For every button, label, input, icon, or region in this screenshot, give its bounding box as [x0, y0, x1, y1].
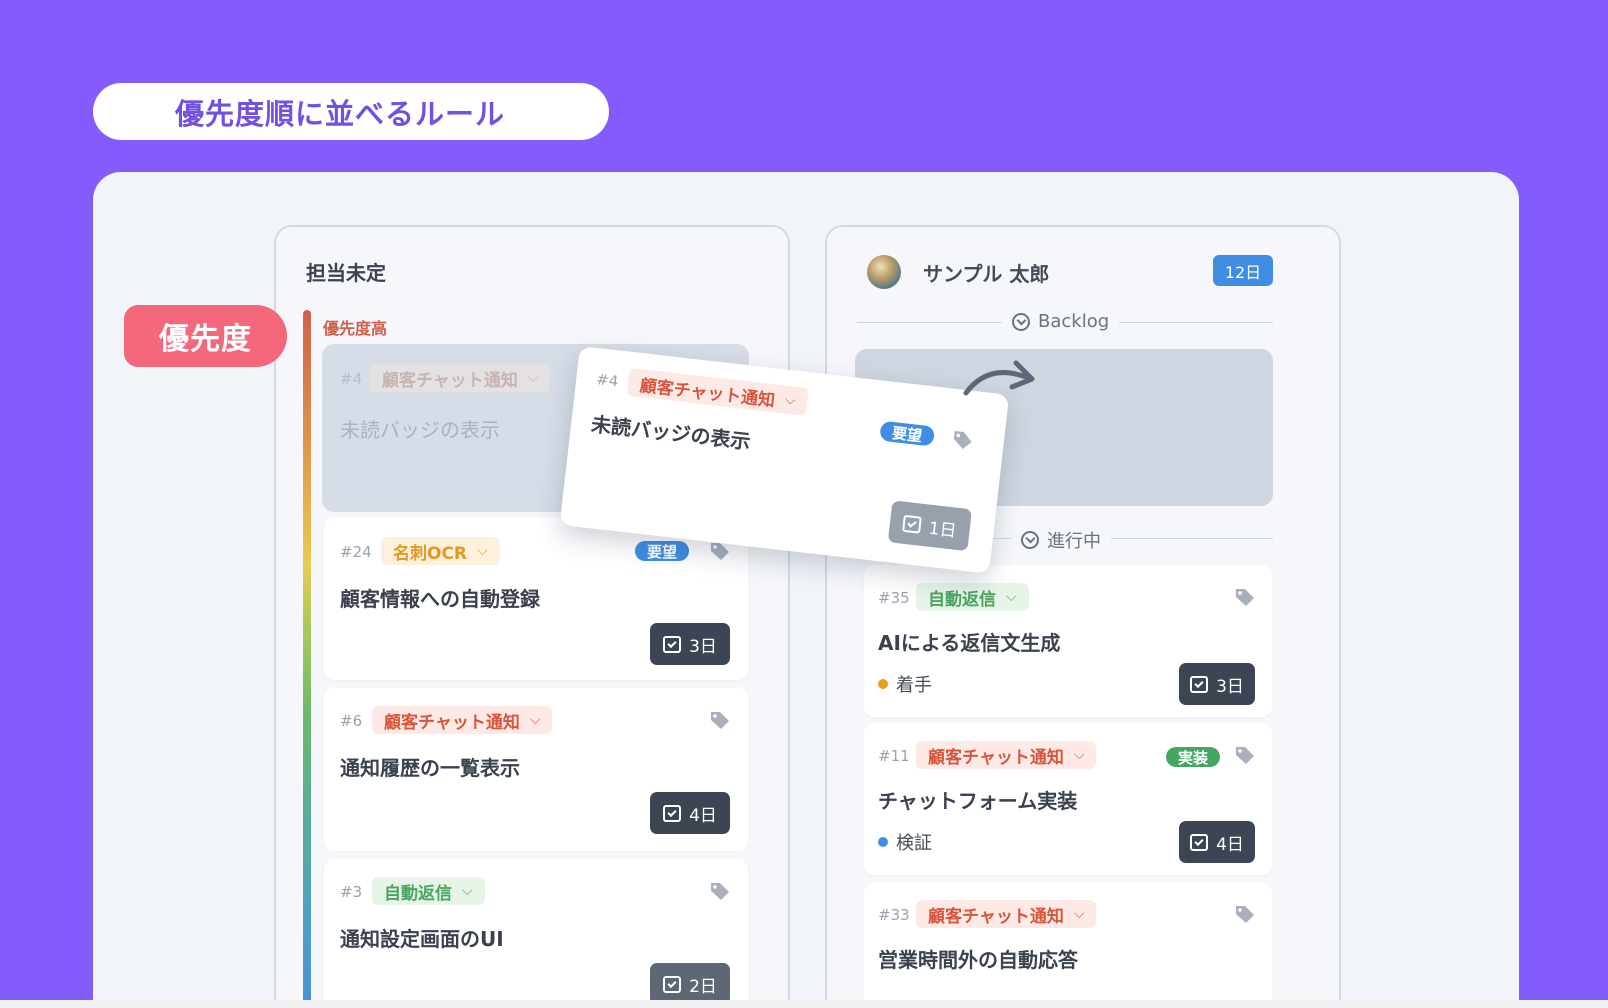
card-title: 通知履歴の一覧表示 — [340, 756, 520, 780]
category-tag-label: 自動返信 — [928, 589, 996, 610]
category-tag-label: 自動返信 — [384, 883, 452, 904]
chevron-down-icon: ⌵ — [1073, 747, 1085, 763]
due-days-label: 1日 — [927, 518, 958, 542]
calendar-check-icon — [1190, 833, 1209, 851]
status-dot — [878, 837, 888, 847]
category-tag[interactable]: 自動返信 ⌵ — [372, 877, 485, 905]
chevron-down-icon: ⌵ — [1073, 906, 1085, 922]
chevron-down-icon: ⌵ — [1006, 589, 1017, 605]
due-days-label: 2日 — [689, 976, 717, 997]
rule-title-pill: 優先度順に並べるルール — [93, 83, 609, 140]
status-dot — [878, 679, 888, 689]
priority-badge: 優先度 — [124, 305, 287, 367]
due-days-button[interactable]: 2日 — [650, 963, 730, 1005]
category-tag: 顧客チャット通知 ⌵ — [370, 364, 551, 392]
category-tag[interactable]: 名刺OCR ⌵ — [381, 537, 500, 565]
category-tag[interactable]: 顧客チャット通知 ⌵ — [372, 706, 553, 734]
label-pill[interactable]: 実装 — [1166, 747, 1221, 767]
card-title: 未読バッジの表示 — [340, 418, 500, 442]
card-number: #4 — [340, 370, 363, 388]
task-card[interactable]: #24 名刺OCR ⌵ 要望 顧客情報への自動登録 3日 — [324, 517, 748, 680]
card-title: AIによる返信文生成 — [878, 631, 1061, 655]
calendar-check-icon — [663, 635, 682, 653]
tag-icon[interactable] — [709, 710, 731, 730]
bottom-strip — [0, 1000, 1608, 1008]
chevron-down-icon: ⌵ — [529, 712, 541, 728]
status-label: 着手 — [896, 675, 932, 696]
due-days-label: 3日 — [689, 636, 717, 657]
task-card[interactable]: #33 顧客チャット通知 ⌵ 営業時間外の自動応答 — [864, 882, 1272, 1008]
chevron-down-icon: ⌵ — [784, 391, 797, 409]
tag-icon[interactable] — [951, 429, 975, 451]
due-days-button[interactable]: 3日 — [1179, 663, 1255, 705]
chevron-down-icon: ⌵ — [462, 883, 473, 899]
arrow-circle-down-icon — [1021, 531, 1039, 549]
category-tag-label: 顧客チャット通知 — [928, 906, 1064, 927]
label-pill[interactable]: 要望 — [879, 420, 936, 447]
section-backlog[interactable]: Backlog — [1002, 311, 1120, 332]
due-days-label: 4日 — [1216, 834, 1244, 855]
card-number: #33 — [878, 906, 910, 924]
due-days-button[interactable]: 1日 — [887, 500, 973, 552]
chevron-down-icon: ⌵ — [477, 543, 488, 559]
curved-arrow-icon — [963, 360, 1035, 396]
total-days-badge: 12日 — [1213, 255, 1273, 286]
card-title: チャットフォーム実装 — [878, 789, 1078, 813]
category-tag[interactable]: 自動返信 ⌵ — [916, 583, 1029, 611]
card-number: #35 — [878, 589, 910, 607]
calendar-check-icon — [1190, 675, 1209, 693]
calendar-check-icon — [663, 975, 682, 993]
status-indicator: 着手 — [878, 671, 932, 697]
section-in-progress-label: 進行中 — [1047, 531, 1101, 552]
task-card[interactable]: #3 自動返信 ⌵ 通知設定画面のUI 2日 — [324, 859, 748, 1008]
category-tag[interactable]: 顧客チャット通知 ⌵ — [916, 741, 1097, 769]
category-tag-label: 顧客チャット通知 — [382, 370, 518, 391]
chevron-down-icon: ⌵ — [527, 370, 539, 386]
stage: 優先度順に並べるルール 担当未定 サンプル 太郎 12日 Backlog 進行中 — [0, 0, 1608, 1008]
section-backlog-label: Backlog — [1038, 311, 1110, 332]
card-title: 営業時間外の自動応答 — [878, 948, 1078, 972]
card-number: #24 — [340, 543, 372, 561]
priority-high-label: 優先度高 — [323, 319, 388, 338]
status-indicator: 検証 — [878, 829, 932, 855]
status-label: 検証 — [896, 833, 932, 854]
column-title: 担当未定 — [306, 261, 386, 285]
due-days-button[interactable]: 3日 — [650, 623, 730, 665]
column-user: サンプル 太郎 12日 Backlog 進行中 #35 自動返信 ⌵ AIによる… — [825, 225, 1341, 1008]
card-title: 通知設定画面のUI — [340, 927, 504, 951]
priority-gradient-bar — [303, 310, 311, 1008]
tag-icon[interactable] — [709, 881, 731, 901]
tag-icon[interactable] — [1234, 745, 1256, 765]
calendar-check-icon — [902, 514, 922, 534]
card-number: #3 — [340, 883, 363, 901]
category-tag[interactable]: 顧客チャット通知 ⌵ — [916, 900, 1097, 928]
due-days-label: 4日 — [689, 805, 717, 826]
column-user-name: サンプル 太郎 — [923, 262, 1050, 286]
rule-title: 優先度順に並べるルール — [175, 96, 506, 131]
task-card[interactable]: #35 自動返信 ⌵ AIによる返信文生成 着手 3日 — [864, 565, 1272, 717]
task-card[interactable]: #11 顧客チャット通知 ⌵ 実装 チャットフォーム実装 検証 4日 — [864, 723, 1272, 875]
avatar[interactable] — [867, 255, 901, 289]
task-card[interactable]: #6 顧客チャット通知 ⌵ 通知履歴の一覧表示 4日 — [324, 688, 748, 851]
due-days-button[interactable]: 4日 — [1179, 821, 1255, 863]
card-number: #6 — [340, 712, 363, 730]
label-pill[interactable]: 要望 — [635, 541, 690, 561]
category-tag-label: 顧客チャット通知 — [638, 375, 777, 411]
category-tag-label: 顧客チャット通知 — [384, 712, 520, 733]
card-title: 未読バッジの表示 — [589, 411, 752, 454]
card-number: #11 — [878, 747, 910, 765]
card-title: 顧客情報への自動登録 — [340, 587, 540, 611]
category-tag[interactable]: 顧客チャット通知 ⌵ — [626, 367, 810, 417]
due-days-label: 3日 — [1216, 676, 1244, 697]
due-days-button[interactable]: 4日 — [650, 792, 730, 834]
tag-icon[interactable] — [1234, 904, 1256, 924]
arrow-circle-down-icon — [1012, 312, 1030, 331]
category-tag-label: 名刺OCR — [393, 543, 468, 564]
category-tag-label: 顧客チャット通知 — [928, 747, 1064, 768]
section-in-progress[interactable]: 進行中 — [1011, 527, 1111, 553]
tag-icon[interactable] — [1234, 587, 1256, 607]
card-number: #4 — [595, 370, 620, 391]
calendar-check-icon — [663, 804, 682, 822]
